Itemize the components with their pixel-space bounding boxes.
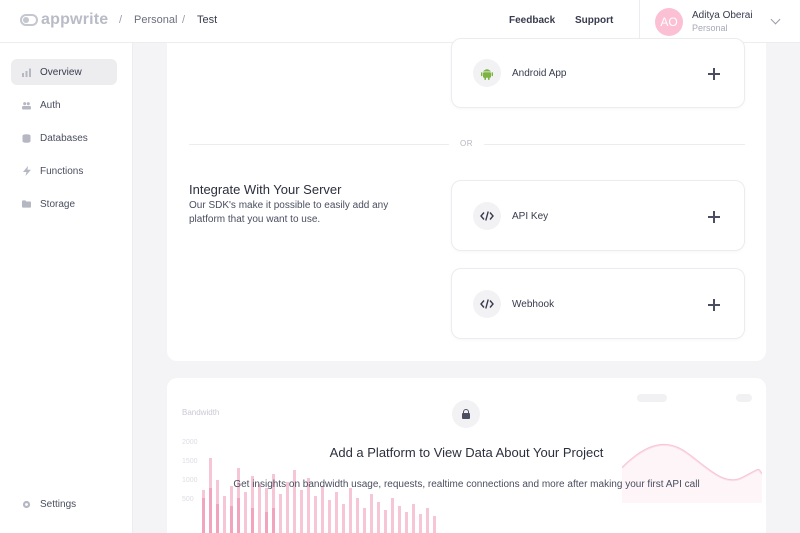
sidebar-item-overview[interactable]: Overview (11, 59, 117, 85)
breadcrumb-separator: / (119, 14, 123, 26)
sidebar-item-storage[interactable]: Storage (11, 191, 117, 217)
code-icon (473, 202, 501, 230)
sidebar-item-auth[interactable]: Auth (11, 92, 117, 118)
add-webhook-icon[interactable] (708, 299, 720, 311)
folder-icon (22, 200, 31, 209)
feedback-link[interactable]: Feedback (509, 15, 555, 26)
platform-webhook-card[interactable]: Webhook (451, 268, 745, 339)
bandwidth-label: Bandwidth (182, 408, 220, 417)
chart-icon (22, 68, 31, 77)
sidebar-item-settings[interactable]: Settings (11, 491, 117, 517)
gear-icon (22, 500, 31, 509)
sidebar-item-label: Databases (40, 132, 88, 144)
sidebar-item-databases[interactable]: Databases (11, 125, 117, 151)
breadcrumb-project[interactable]: Test (197, 14, 217, 26)
appwrite-logo[interactable]: appwrite (20, 11, 108, 29)
user-name[interactable]: Aditya Oberai (692, 10, 753, 21)
or-text: OR (460, 139, 473, 148)
chevron-down-icon[interactable] (770, 14, 781, 25)
sidebar-item-label: Auth (40, 99, 61, 111)
sidebar-item-label: Settings (40, 498, 77, 510)
lock-icon (452, 400, 480, 428)
divider (484, 144, 745, 145)
server-section-title: Integrate With Your Server (189, 182, 342, 197)
placeholder-pill (736, 394, 752, 402)
placeholder-pill (637, 394, 667, 402)
server-section-description: Our SDK's make it possible to easily add… (189, 200, 389, 225)
add-api-key-icon[interactable] (708, 211, 720, 223)
code-icon (473, 290, 501, 318)
android-icon (473, 59, 501, 87)
placeholder-line-chart (622, 443, 762, 503)
header-divider (639, 0, 640, 43)
logo-text: appwrite (41, 11, 109, 28)
platform-label: Android App (512, 68, 567, 79)
breadcrumb-separator: / (182, 14, 186, 26)
empty-state-title: Add a Platform to View Data About Your P… (329, 445, 604, 460)
empty-state-description: Get insights on bandwidth usage, request… (233, 479, 700, 490)
lightning-icon (22, 166, 31, 176)
support-link[interactable]: Support (575, 15, 613, 26)
divider (189, 144, 449, 145)
placeholder-bar-chart (202, 458, 436, 533)
y-tick: 500 (182, 496, 194, 503)
top-header: appwrite / Personal / Test Feedback Supp… (0, 0, 800, 43)
platform-api-key-card[interactable]: API Key (451, 180, 745, 251)
database-icon (22, 133, 31, 143)
sidebar-item-label: Storage (40, 198, 76, 210)
breadcrumb-org[interactable]: Personal (134, 14, 177, 26)
usage-card: Bandwidth 2000 1500 1000 500 Add a Platf… (167, 378, 766, 533)
add-android-icon[interactable] (708, 68, 720, 80)
user-org: Personal (692, 23, 728, 33)
sidebar: Overview Auth Databases Functions Storag… (0, 43, 133, 533)
platform-label: API Key (512, 211, 549, 222)
avatar[interactable]: AO (655, 8, 683, 36)
appwrite-logo-icon (20, 14, 38, 26)
sidebar-item-label: Overview (40, 66, 82, 78)
platform-label: Webhook (512, 299, 555, 310)
platform-android-card[interactable]: Android App (451, 38, 745, 108)
sidebar-item-functions[interactable]: Functions (11, 158, 117, 184)
sidebar-item-label: Functions (40, 165, 84, 177)
users-icon (22, 101, 31, 110)
